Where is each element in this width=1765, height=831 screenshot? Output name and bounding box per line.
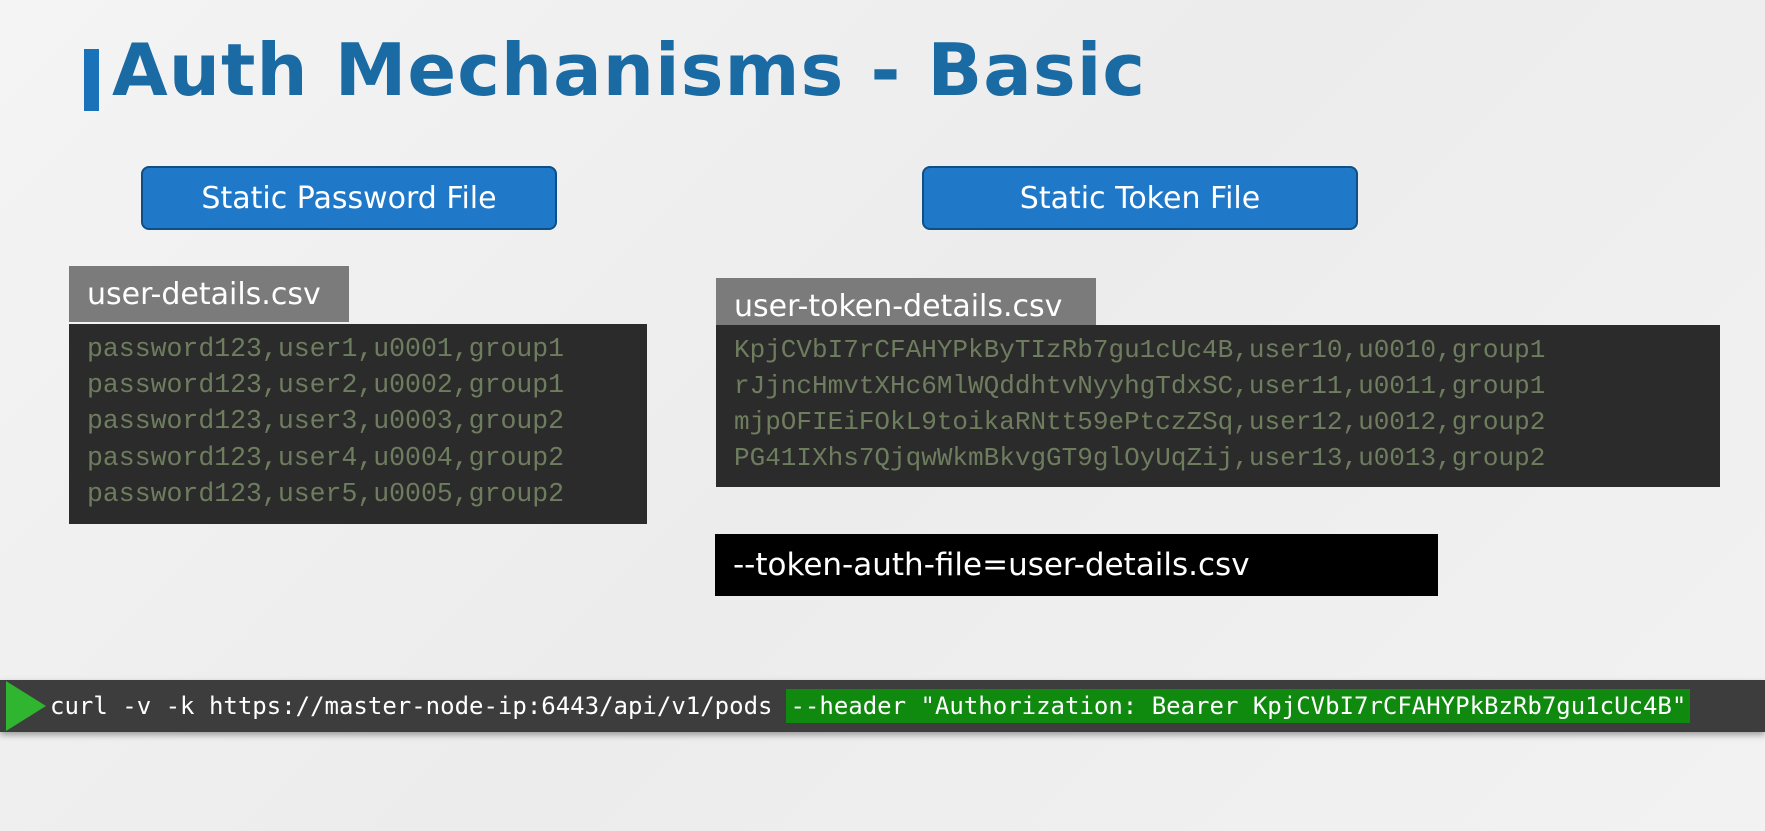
title-accent-bar	[84, 49, 99, 111]
token-auth-file-flag: --token-auth-file=user-details.csv	[715, 534, 1438, 596]
password-file-line: password123,user2,u0002,group1	[87, 370, 565, 401]
token-file-line: KpjCVbI7rCFAHYPkByTIzRb7gu1cUc4B,user10,…	[734, 335, 1546, 365]
password-file-line: password123,user1,u0001,group1	[87, 334, 565, 364]
password-file-line: password123,user3,u0003,group2	[87, 406, 565, 437]
terminal-command-bar: curl -v -k https://master-node-ip:6443/a…	[0, 680, 1765, 732]
password-file-line: password123,user4,u0004,group2	[87, 442, 565, 473]
token-file-contents: KpjCVbI7rCFAHYPkByTIzRb7gu1cUc4B,user10,…	[716, 325, 1720, 487]
curl-command: curl -v -k https://master-node-ip:6443/a…	[50, 692, 773, 720]
slide-title: Auth Mechanisms - Basic	[112, 28, 1147, 112]
token-file-line: rJjncHmvtXHc6MlWQddhtvNyyhgTdxSC,user11,…	[734, 371, 1546, 401]
password-file-line: password123,user5,u0005,group2	[87, 478, 565, 509]
static-password-file-heading: Static Password File	[141, 166, 557, 230]
password-file-contents: password123,user1,u0001,group1 password1…	[69, 324, 647, 524]
token-file-line: PG41IXhs7QjqwWkmBkvgGT9glOyUqZij,user13,…	[734, 443, 1546, 473]
play-icon	[6, 681, 46, 731]
authorization-header-highlight: --header "Authorization: Bearer KpjCVbI7…	[786, 689, 1691, 723]
token-file-line: mjpOFIEiFOkL9toikaRNtt59ePtczZSq,user12,…	[734, 407, 1546, 437]
static-token-file-heading: Static Token File	[922, 166, 1358, 230]
user-details-file-label: user-details.csv	[69, 266, 349, 322]
